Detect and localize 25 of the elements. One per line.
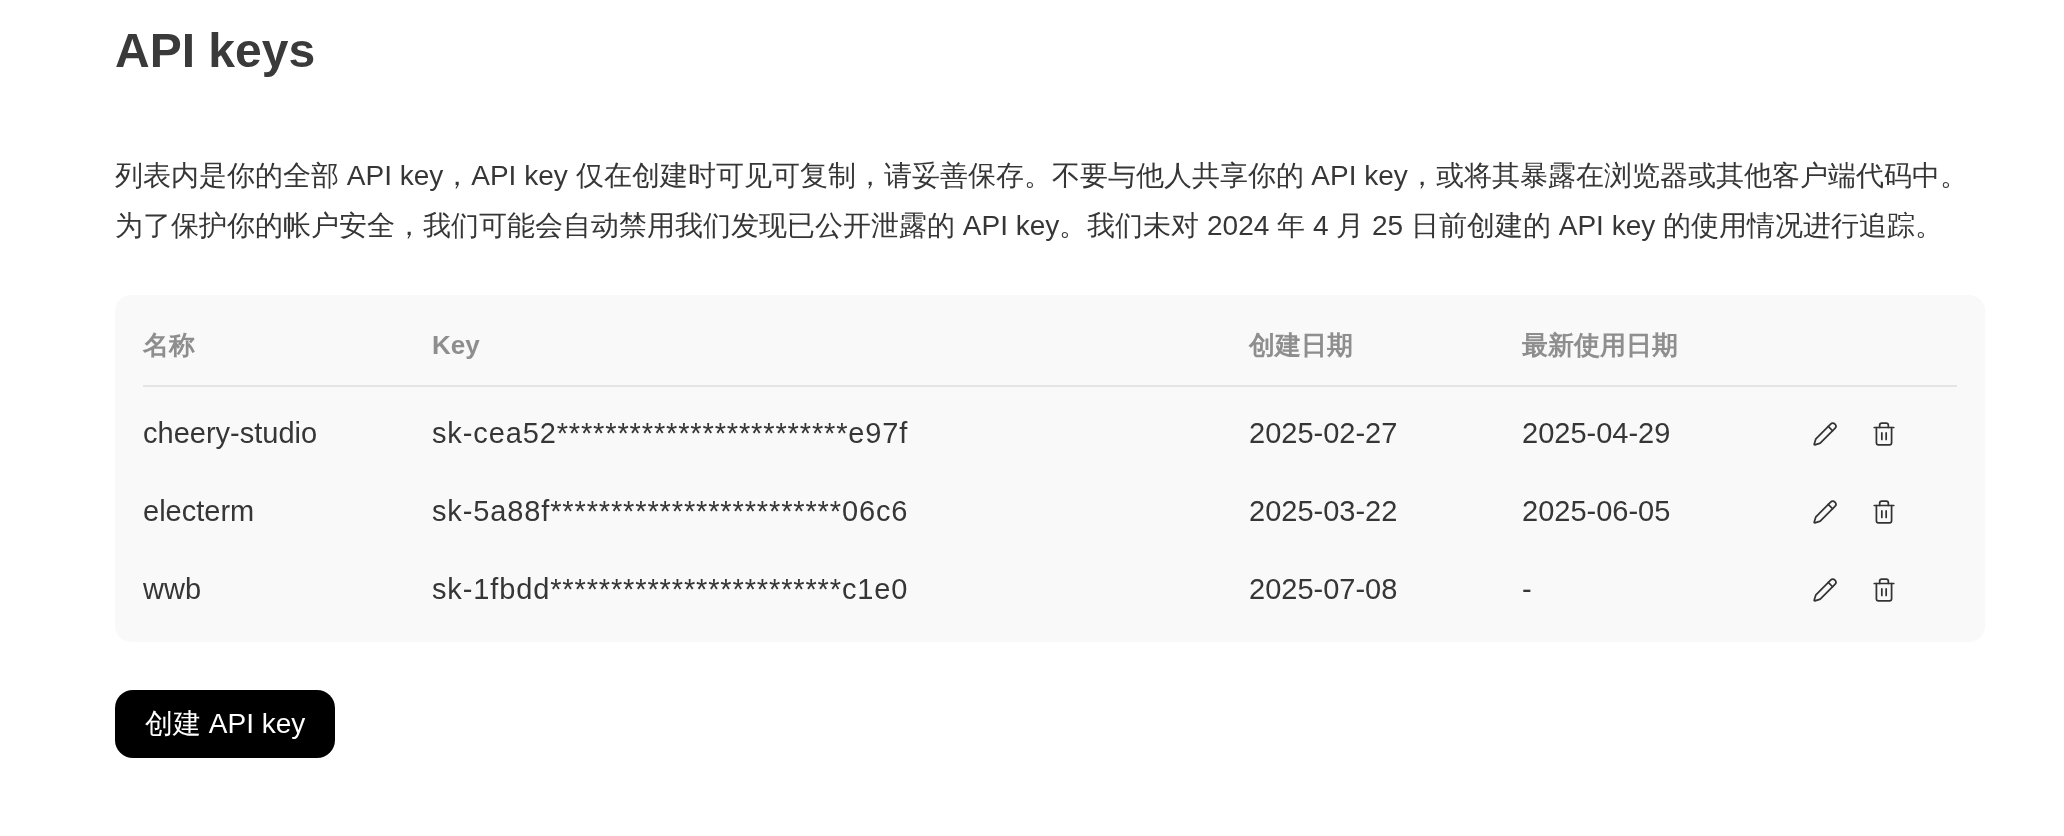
table-cell-text: wwb bbox=[143, 572, 201, 608]
table-cell-text: 2025-07-08 bbox=[1249, 572, 1398, 608]
table-cell-text: 2025-03-22 bbox=[1249, 494, 1398, 530]
column-header: 最新使用日期 bbox=[1522, 328, 1678, 362]
trash-icon[interactable] bbox=[1871, 499, 1897, 525]
table-cell-text: 2025-02-27 bbox=[1249, 416, 1398, 452]
column-header: 创建日期 bbox=[1249, 328, 1353, 362]
table-cell-text: - bbox=[1522, 572, 1532, 608]
table-cell-text: 2025-06-05 bbox=[1522, 494, 1671, 530]
table-cell-text: sk-5a88f************************06c6 bbox=[432, 494, 909, 530]
trash-icon[interactable] bbox=[1871, 421, 1897, 447]
table-cell-text: 2025-04-29 bbox=[1522, 416, 1671, 452]
table-cell-text: sk-1fbdd************************c1e0 bbox=[432, 572, 909, 608]
create-key-button[interactable]: 创建 API key bbox=[115, 690, 336, 758]
pencil-icon[interactable] bbox=[1812, 499, 1838, 525]
table-cell-text: sk-cea52************************e97f bbox=[432, 416, 909, 452]
column-header: 名称 bbox=[143, 328, 195, 362]
table-cell-text: electerm bbox=[143, 494, 255, 530]
pencil-icon[interactable] bbox=[1812, 421, 1838, 447]
trash-icon[interactable] bbox=[1871, 577, 1897, 603]
pencil-icon[interactable] bbox=[1812, 577, 1838, 603]
description-text: 列表内是你的全部 API key，API key 仅在创建时可见可复制，请妥善保存。不要与他人共享你的 API key，或将其暴露在浏览器或其他客户端代码中。 为了保护你的帐户安全，我们可能会自动禁用我们发现已公开泄露的 API key。我们未对 2024 年 4 月 25 日前创建的 API key 的使用情况进行追踪。 bbox=[115, 159, 1968, 243]
column-header: Key bbox=[432, 328, 480, 362]
table-cell-text: cheery-studio bbox=[143, 416, 318, 452]
page-title: API keys bbox=[115, 23, 316, 79]
